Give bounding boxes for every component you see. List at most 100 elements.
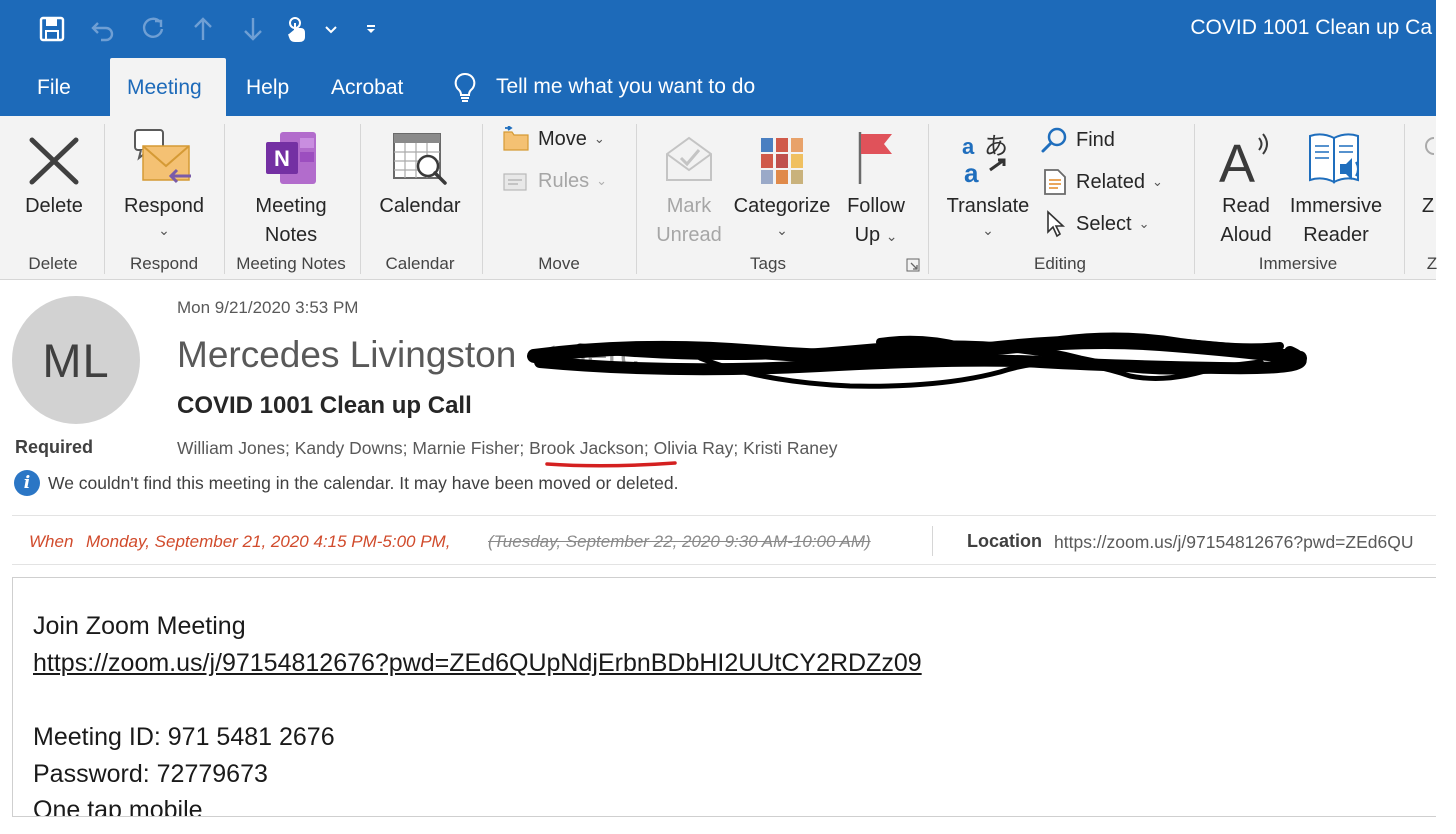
attendee[interactable]: Olivia Ray; (654, 438, 739, 458)
move-button[interactable]: Move ⌄ (502, 126, 605, 152)
tab-help[interactable]: Help (229, 58, 306, 116)
zoom-icon (1420, 124, 1436, 186)
immersive-reader-icon (1306, 124, 1366, 186)
group-separator (482, 124, 483, 274)
related-label: Related (1076, 170, 1145, 193)
find-button[interactable]: Find (1040, 126, 1115, 154)
location-label: Location (967, 531, 1042, 551)
categorize-button[interactable]: Categorize ⌄ (730, 124, 834, 237)
svg-text:a: a (964, 158, 979, 186)
svg-text:あ: あ (984, 132, 1008, 160)
down-arrow-icon[interactable] (236, 12, 270, 46)
tab-acrobat[interactable]: Acrobat (314, 58, 420, 116)
save-icon[interactable] (35, 12, 69, 46)
undo-icon[interactable] (86, 12, 120, 46)
read-aloud-icon: A (1217, 124, 1275, 186)
calendar-button[interactable]: Calendar (374, 124, 466, 221)
follow-up-button[interactable]: Follow Up ⌄ (840, 124, 912, 250)
zoom-label: Z (1421, 195, 1435, 217)
read-aloud-button[interactable]: A Read Aloud (1208, 124, 1284, 250)
rules-button[interactable]: Rules ⌄ (502, 168, 607, 194)
calendar-label: Calendar (379, 195, 461, 217)
chevron-down-icon: ⌄ (776, 222, 788, 238)
translate-icon: aあa (960, 124, 1016, 186)
info-icon: i (14, 470, 40, 496)
svg-text:a: a (962, 134, 975, 159)
group-separator (1194, 124, 1195, 274)
attendee[interactable]: Brook Jackson; (529, 438, 649, 458)
translate-button[interactable]: aあa Translate ⌄ (942, 124, 1034, 237)
follow-up-label-line1: Follow (847, 195, 905, 217)
related-button[interactable]: Related ⌄ (1042, 168, 1163, 196)
tab-file[interactable]: File (20, 58, 88, 116)
respond-label: Respond (123, 195, 205, 217)
immersive-reader-button[interactable]: Immersive Reader (1284, 124, 1388, 250)
customize-icon[interactable] (354, 12, 388, 46)
immersive-reader-label-line1: Immersive (1289, 195, 1383, 217)
document-icon (1044, 169, 1066, 195)
svg-text:N: N (274, 146, 290, 171)
group-label-immersive: Immersive (1258, 254, 1338, 273)
flag-icon (854, 124, 898, 186)
attendee-list: William Jones; Kandy Downs; Marnie Fishe… (177, 438, 837, 459)
title-bar: COVID 1001 Clean up Ca (0, 0, 1436, 58)
zoom-meeting-link[interactable]: https://zoom.us/j/97154812676?pwd=ZEd6QU… (33, 649, 922, 678)
group-separator (104, 124, 105, 274)
meeting-id: Meeting ID: 971 5481 2676 (33, 723, 335, 751)
avatar: ML (12, 296, 140, 424)
translate-label: Translate (946, 195, 1030, 217)
search-icon (1041, 127, 1067, 153)
chevron-down-icon[interactable] (314, 12, 348, 46)
window-title: COVID 1001 Clean up Ca (1190, 16, 1432, 39)
tell-me-search[interactable]: Tell me what you want to do (450, 58, 755, 116)
rules-label: Rules (538, 169, 590, 192)
group-label-tags: Tags (750, 254, 786, 273)
group-label-calendar: Calendar (385, 254, 455, 273)
select-button[interactable]: Select ⌄ (1044, 210, 1150, 238)
attendee[interactable]: William Jones; (177, 438, 290, 458)
read-aloud-label-line2: Aloud (1220, 224, 1272, 246)
attendee[interactable]: Marnie Fisher; (412, 438, 524, 458)
up-arrow-icon[interactable] (186, 12, 220, 46)
attendee[interactable]: Kristi Raney (743, 438, 837, 458)
ribbon: Delete Delete Respond ⌄ Respond N Meetin… (0, 116, 1437, 280)
mark-unread-label-line2: Unread (656, 224, 722, 246)
mark-unread-button[interactable]: Mark Unread (650, 124, 728, 250)
sent-date: Mon 9/21/2020 3:53 PM (177, 298, 359, 317)
when-value: Monday, September 21, 2020 4:15 PM-5:00 … (86, 532, 451, 551)
mark-unread-icon (661, 124, 717, 186)
attendee[interactable]: Kandy Downs; (295, 438, 408, 458)
chevron-down-icon: ⌄ (982, 222, 994, 238)
find-label: Find (1076, 128, 1115, 151)
redo-icon[interactable] (136, 12, 170, 46)
chevron-down-icon: ⌄ (593, 131, 605, 146)
group-separator (360, 124, 361, 274)
message-body: Join Zoom Meeting https://zoom.us/j/9715… (12, 577, 1436, 817)
chevron-down-icon: ⌄ (596, 173, 608, 188)
redaction-scribble (527, 332, 1307, 389)
calendar-search-icon (391, 124, 449, 186)
delete-button[interactable]: Delete (20, 124, 88, 221)
chevron-down-icon: ⌄ (158, 222, 170, 238)
meeting-password: Password: 72779673 (33, 760, 268, 788)
chevron-down-icon: ⌄ (1151, 174, 1163, 189)
dialog-launcher-icon[interactable] (906, 258, 920, 277)
group-label-editing: Editing (1034, 254, 1086, 273)
meeting-subject: COVID 1001 Clean up Call (177, 392, 472, 419)
location-value[interactable]: https://zoom.us/j/97154812676?pwd=ZEd6QU (1054, 532, 1436, 553)
tab-meeting[interactable]: Meeting (110, 58, 226, 116)
select-label: Select (1076, 212, 1132, 235)
zoom-button-partial[interactable]: Z (1420, 124, 1436, 221)
meeting-notes-button[interactable]: N Meeting Notes (240, 124, 342, 250)
sender-display-name: Mercedes Livingston (177, 334, 517, 375)
group-label-delete: Delete (28, 254, 78, 273)
meeting-notes-label-line2: Notes (264, 224, 318, 246)
lightbulb-icon (454, 72, 476, 102)
respond-button[interactable]: Respond ⌄ (118, 124, 210, 237)
folder-move-icon (503, 126, 529, 151)
svg-text:A: A (1219, 134, 1255, 186)
rules-icon (503, 173, 527, 191)
group-label-meeting-notes: Meeting Notes (236, 254, 346, 273)
when-location-bar: When Monday, September 21, 2020 4:15 PM-… (12, 515, 1436, 565)
touch-mode-icon[interactable] (280, 12, 314, 46)
